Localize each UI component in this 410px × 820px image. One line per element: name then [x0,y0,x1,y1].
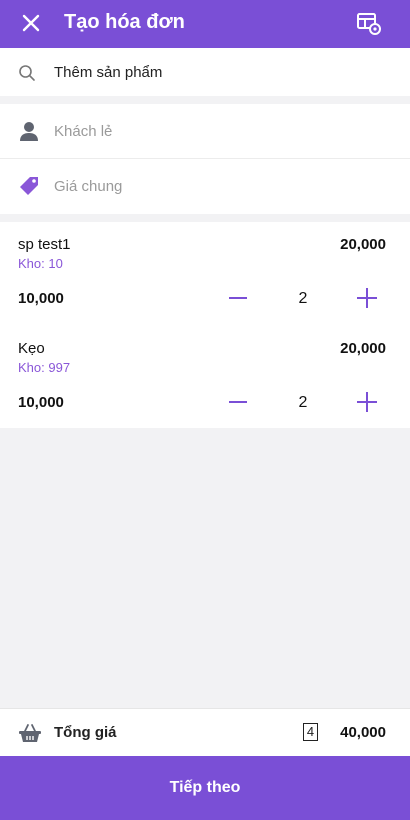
increase-quantity-button[interactable] [356,391,378,413]
item-stock: Kho: 10 [18,256,63,271]
item-line-total: 20,000 [340,236,386,253]
item-unit-price[interactable]: 10,000 [18,394,64,411]
order-summary: Tổng giá 4 40,000 [0,708,410,756]
search-icon [19,65,35,81]
item-unit-price[interactable]: 10,000 [18,290,64,307]
customer-selector[interactable]: Khách lẻ [0,104,410,159]
cart-item[interactable]: sp test1 20,000 Kho: 10 10,000 2 [0,222,410,325]
price-list-label: Giá chung [54,178,123,195]
total-amount: 40,000 [340,724,386,741]
item-quantity[interactable]: 2 [290,394,316,412]
search-input[interactable]: Thêm sản phẩm [54,64,162,81]
next-button[interactable]: Tiếp theo [0,756,410,820]
customer-label: Khách lẻ [54,123,113,140]
top-app-bar: Tạo hóa đơn [0,0,410,48]
cart-item[interactable]: Kẹo 20,000 Kho: 997 10,000 2 [0,326,410,429]
item-quantity[interactable]: 2 [290,290,316,308]
cart-items: sp test1 20,000 Kho: 10 10,000 2 Kẹo 20,… [0,222,410,428]
item-line-total: 20,000 [340,340,386,357]
decrease-quantity-button[interactable] [227,391,249,413]
close-icon[interactable] [18,10,44,36]
total-label: Tổng giá [54,724,117,741]
add-product-search[interactable]: Thêm sản phẩm [0,48,410,96]
decrease-quantity-button[interactable] [227,287,249,309]
item-count-badge: 4 [303,723,318,741]
item-stock: Kho: 997 [18,360,71,375]
table-view-icon[interactable] [356,11,382,37]
price-list-selector[interactable]: Giá chung [0,159,410,214]
page-title: Tạo hóa đơn [64,11,185,33]
price-tag-icon [20,177,38,195]
increase-quantity-button[interactable] [356,287,378,309]
item-name: sp test1 [18,236,71,253]
basket-icon [19,724,41,742]
item-name: Kẹo [18,340,45,357]
customer-section: Khách lẻ Giá chung [0,104,410,214]
person-icon [20,122,38,141]
